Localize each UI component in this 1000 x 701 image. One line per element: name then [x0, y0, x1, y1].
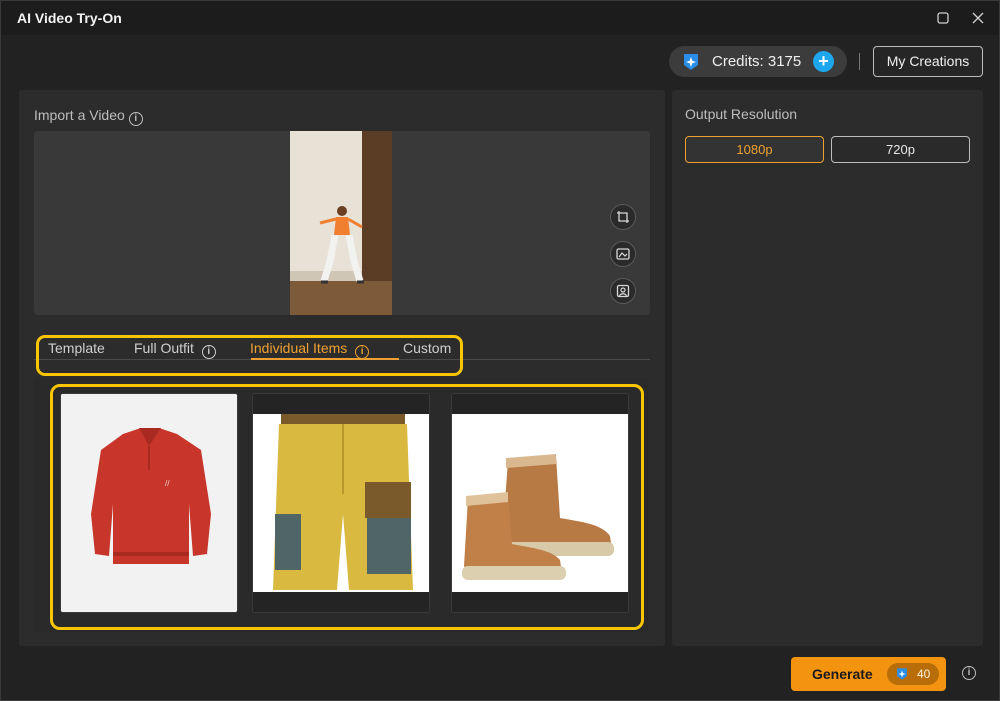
generate-cost: 40 [917, 667, 931, 681]
app-window: AI Video Try-On Credits: 3175 + My Creat… [0, 0, 1000, 701]
generate-label: Generate [812, 666, 873, 682]
maximize-icon[interactable] [933, 8, 953, 28]
items-highlight-frame [50, 384, 644, 630]
window-title: AI Video Try-On [17, 10, 122, 26]
video-preview-area[interactable] [34, 131, 650, 315]
close-icon[interactable] [968, 8, 988, 28]
resolution-1080p-button[interactable]: 1080p [685, 136, 824, 163]
credits-pill: Credits: 3175 + [669, 46, 847, 77]
credits-label: Credits: 3175 [712, 53, 802, 70]
resolution-720p-button[interactable]: 720p [831, 136, 970, 163]
header-divider [859, 53, 860, 70]
video-thumbnail [290, 131, 392, 315]
portrait-video-icon[interactable] [610, 278, 636, 304]
my-creations-button[interactable]: My Creations [873, 46, 983, 77]
generate-cost-badge: 40 [887, 663, 939, 685]
generate-info-icon[interactable]: i [962, 666, 976, 680]
right-panel: Output Resolution 1080p 720p [672, 90, 983, 646]
import-video-label: Import a Video i [34, 107, 143, 126]
credit-gem-icon [895, 667, 909, 686]
info-icon[interactable]: i [128, 112, 143, 126]
credit-gem-icon [681, 52, 701, 77]
generate-button[interactable]: Generate 40 [791, 657, 946, 691]
add-credits-button[interactable]: + [813, 51, 834, 72]
output-resolution-label: Output Resolution [685, 106, 798, 122]
crop-video-icon[interactable] [610, 204, 636, 230]
tabs-highlight-frame [36, 335, 463, 376]
title-bar: AI Video Try-On [1, 1, 999, 35]
replace-video-icon[interactable] [610, 241, 636, 267]
import-video-text: Import a Video [34, 107, 125, 123]
